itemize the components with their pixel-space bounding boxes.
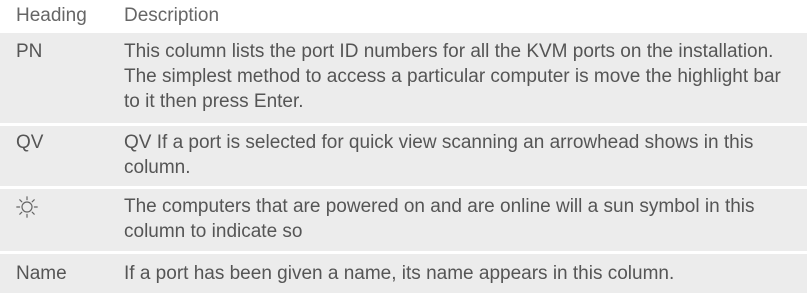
row-description: The computers that are powered on and ar… <box>124 196 755 242</box>
table-row: The computers that are powered on and ar… <box>0 187 807 252</box>
row-heading <box>0 194 124 251</box>
table-row: Name If a port has been given a name, it… <box>0 252 807 294</box>
port-columns-table: Heading Description PN This column lists… <box>0 0 807 294</box>
table-header-row: Heading Description <box>0 0 807 32</box>
table-row: QV QV If a port is selected for quick vi… <box>0 124 807 187</box>
row-description: This column lists the port ID numbers fo… <box>124 41 781 112</box>
table-row: PN This column lists the port ID numbers… <box>0 32 807 124</box>
row-heading: PN <box>16 41 43 62</box>
column-header-heading: Heading <box>16 5 87 26</box>
column-header-description: Description <box>124 5 220 26</box>
row-description: If a port has been given a name, its nam… <box>124 263 675 284</box>
row-heading: QV <box>16 132 44 153</box>
row-heading: Name <box>16 263 67 284</box>
row-description: QV If a port is selected for quick view … <box>124 132 754 178</box>
sun-icon <box>16 196 38 218</box>
